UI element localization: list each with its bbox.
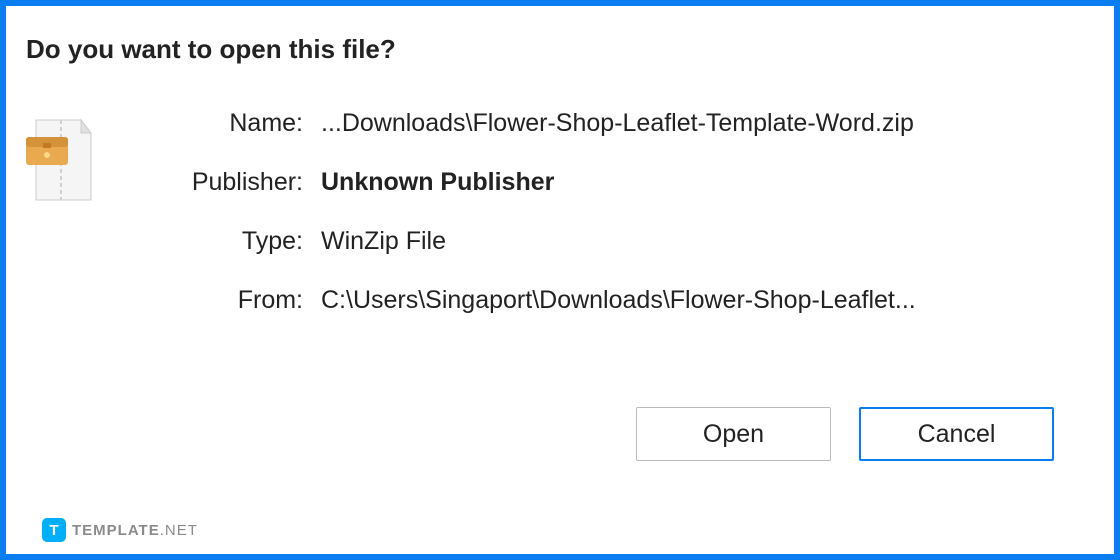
- watermark-suffix: .NET: [160, 522, 198, 539]
- type-value: WinZip File: [321, 227, 446, 256]
- file-details: Name: ...Downloads\Flower-Shop-Leaflet-T…: [111, 109, 1094, 345]
- name-value: ...Downloads\Flower-Shop-Leaflet-Templat…: [321, 109, 914, 138]
- publisher-label: Publisher:: [111, 168, 321, 197]
- watermark-brand: TEMPLATE: [72, 522, 160, 539]
- from-label: From:: [111, 286, 321, 315]
- watermark: T TEMPLATE.NET: [42, 518, 198, 542]
- from-row: From: C:\Users\Singaport\Downloads\Flowe…: [111, 286, 1094, 315]
- security-dialog: Do you want to open this file? Name: ...…: [6, 6, 1114, 461]
- publisher-value: Unknown Publisher: [321, 168, 554, 197]
- publisher-row: Publisher: Unknown Publisher: [111, 168, 1094, 197]
- dialog-frame: Do you want to open this file? Name: ...…: [0, 0, 1120, 560]
- type-row: Type: WinZip File: [111, 227, 1094, 256]
- content-row: Name: ...Downloads\Flower-Shop-Leaflet-T…: [26, 115, 1094, 345]
- dialog-title: Do you want to open this file?: [26, 34, 1094, 65]
- watermark-logo-icon: T: [42, 518, 66, 542]
- open-button[interactable]: Open: [636, 407, 831, 461]
- name-label: Name:: [111, 109, 321, 138]
- button-row: Open Cancel: [26, 407, 1094, 461]
- zip-file-icon: [26, 115, 101, 205]
- cancel-button[interactable]: Cancel: [859, 407, 1054, 461]
- name-row: Name: ...Downloads\Flower-Shop-Leaflet-T…: [111, 109, 1094, 138]
- watermark-text: TEMPLATE.NET: [72, 522, 198, 539]
- from-value: C:\Users\Singaport\Downloads\Flower-Shop…: [321, 286, 916, 315]
- type-label: Type:: [111, 227, 321, 256]
